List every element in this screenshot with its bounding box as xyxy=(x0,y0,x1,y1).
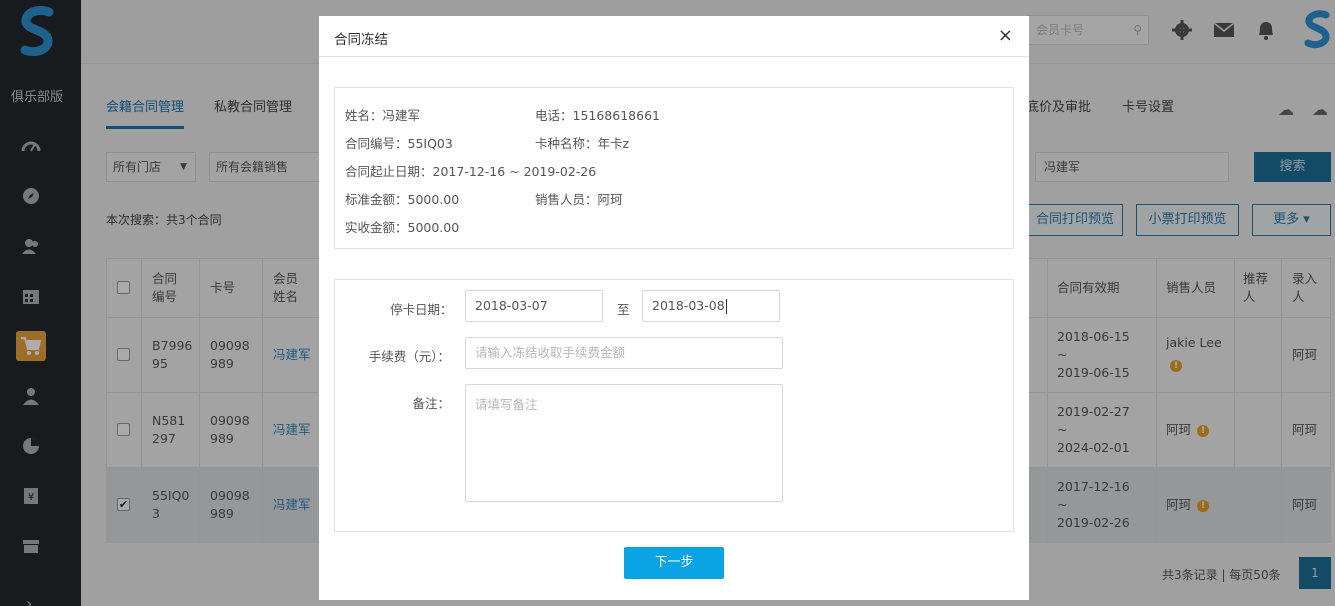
next-step-button[interactable]: 下一步 xyxy=(624,547,724,579)
dialog-header: 合同冻结 × xyxy=(319,16,1029,57)
fee-input[interactable]: 请输入冻结收取手续费金额 xyxy=(465,337,783,369)
stop-date-label: 停卡日期： xyxy=(390,302,453,317)
contract-info-panel: 姓名：冯建军 电话：15168618661 合同编号：55IQ03 卡种名称：年… xyxy=(334,87,1014,249)
info-standard-amount: 标准金额：5000.00 xyxy=(345,192,460,207)
info-phone: 电话：15168618661 xyxy=(535,108,660,123)
dialog-title: 合同冻结 xyxy=(334,32,388,48)
info-name: 姓名：冯建军 xyxy=(345,108,421,123)
stop-start-date-input[interactable]: 2018-03-07 xyxy=(465,290,603,322)
date-range-separator: 至 xyxy=(617,302,630,317)
info-card-type: 卡种名称：年卡z xyxy=(535,136,630,151)
stop-end-date-input[interactable]: 2018-03-08 xyxy=(642,290,780,322)
info-received-amount: 实收金额：5000.00 xyxy=(345,220,460,235)
freeze-form-panel: 停卡日期： 2018-03-07 至 2018-03-08 手续费（元）： 请输… xyxy=(334,279,1014,532)
close-icon[interactable]: × xyxy=(998,27,1013,45)
remark-label: 备注： xyxy=(412,396,450,411)
info-sales: 销售人员：阿珂 xyxy=(535,192,623,207)
fee-label: 手续费（元）： xyxy=(368,349,450,364)
end-date-value: 2018-03-08 xyxy=(652,298,725,313)
freeze-contract-dialog: 合同冻结 × 姓名：冯建军 电话：15168618661 合同编号：55IQ03… xyxy=(319,16,1029,600)
remark-textarea[interactable]: 请填写备注 xyxy=(465,384,783,502)
info-date-range: 合同起止日期：2017-12-16 ~ 2019-02-26 xyxy=(345,164,597,179)
text-caret xyxy=(725,299,727,314)
info-contract-no: 合同编号：55IQ03 xyxy=(345,136,453,151)
